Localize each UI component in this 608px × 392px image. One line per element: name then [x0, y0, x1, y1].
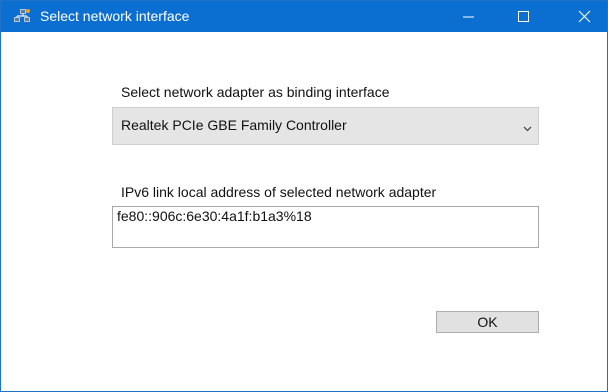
close-button[interactable] [561, 1, 607, 32]
close-icon [578, 10, 591, 23]
title-bar[interactable]: Select network interface [1, 1, 607, 32]
adapter-dropdown[interactable]: Realtek PCIe GBE Family Controller [112, 107, 539, 145]
maximize-icon [518, 11, 529, 22]
adapter-selected-value: Realtek PCIe GBE Family Controller [121, 117, 347, 133]
ipv6-address-field[interactable]: fe80::906c:6e30:4a1f:b1a3%18 [112, 206, 539, 248]
maximize-button[interactable] [494, 1, 540, 32]
ok-button[interactable]: OK [436, 311, 539, 333]
adapter-label: Select network adapter as binding interf… [121, 84, 390, 100]
minimize-icon [463, 16, 474, 18]
ipv6-label: IPv6 link local address of selected netw… [121, 184, 437, 200]
chevron-down-icon [523, 126, 532, 132]
minimize-button[interactable] [447, 1, 493, 32]
ipv6-address-value: fe80::906c:6e30:4a1f:b1a3%18 [117, 208, 312, 224]
dialog-window: Select network interface Select network … [0, 0, 608, 392]
network-app-icon [13, 8, 31, 25]
window-title: Select network interface [40, 8, 190, 24]
